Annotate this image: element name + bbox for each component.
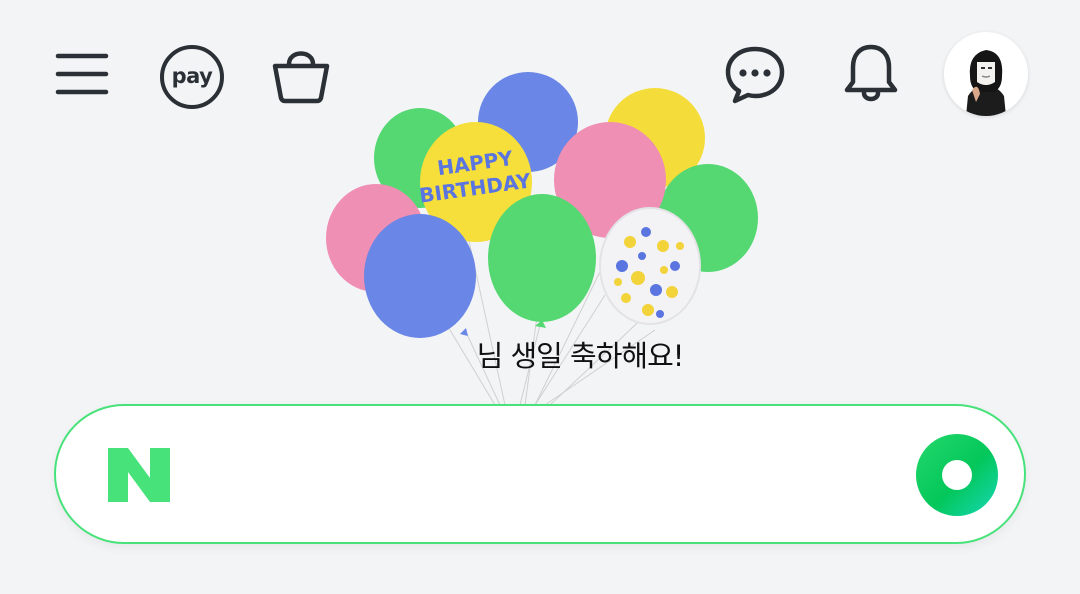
pay-label: pay [171,63,213,88]
naver-logo-icon[interactable] [106,446,172,504]
search-input[interactable] [206,436,910,516]
hamburger-menu-icon [54,51,110,97]
menu-button[interactable] [50,44,114,104]
birthday-message: 님 생일 축하해요! [476,339,685,373]
bell-icon [842,41,900,105]
search-circle-icon [942,460,972,490]
search-submit-button[interactable] [916,434,998,516]
profile-button[interactable] [944,32,1028,116]
pay-button[interactable]: pay [156,42,228,112]
pay-icon: pay [160,45,224,109]
search-bar [54,404,1026,544]
avatar [944,32,1028,116]
notification-button[interactable] [838,40,904,106]
